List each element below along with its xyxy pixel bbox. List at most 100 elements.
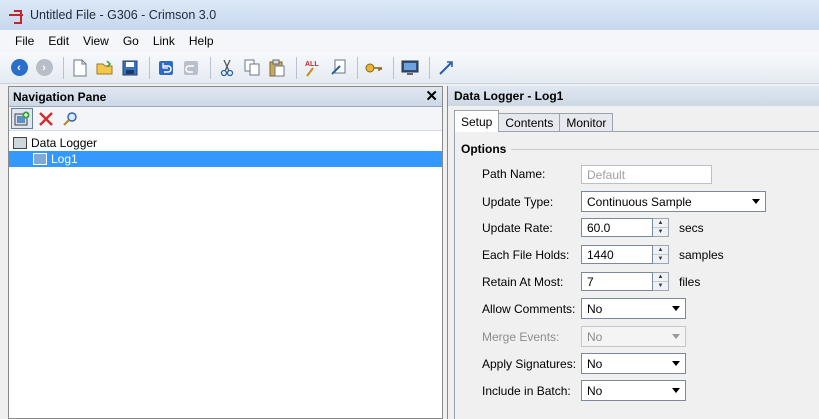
- tree-item-label: Data Logger: [31, 136, 98, 150]
- monitor-button[interactable]: [399, 57, 421, 79]
- path-name-label: Path Name:: [482, 167, 546, 181]
- redo-icon: [184, 60, 198, 75]
- key-icon: [365, 63, 382, 72]
- allow-comments-label: Allow Comments:: [482, 302, 576, 316]
- forward-icon: ›: [35, 59, 53, 76]
- apply-signatures-dropdown[interactable]: No: [581, 353, 686, 374]
- navigation-pane-header: Navigation Pane ✕: [9, 87, 442, 107]
- allow-comments-value: No: [587, 301, 603, 316]
- paste-icon: [269, 59, 285, 76]
- tab-strip: Setup Contents Monitor: [454, 110, 614, 132]
- retain-label: Retain At Most:: [482, 275, 564, 289]
- redo-button[interactable]: [180, 57, 202, 79]
- back-icon: ‹: [10, 59, 28, 76]
- file-holds-stepper[interactable]: ▲ ▼: [653, 245, 669, 264]
- key-button[interactable]: [363, 57, 385, 79]
- retain-unit: files: [679, 275, 701, 289]
- new-file-icon: [73, 59, 87, 76]
- menu-bar: File Edit View Go Link Help: [0, 30, 819, 52]
- forward-button[interactable]: ›: [33, 57, 55, 79]
- svg-text:ALL: ALL: [305, 61, 319, 68]
- edit-button[interactable]: [327, 57, 349, 79]
- save-button[interactable]: [119, 57, 141, 79]
- include-batch-value: No: [587, 383, 603, 398]
- chevron-down-icon: [672, 334, 680, 339]
- navigation-pane-title: Navigation Pane: [13, 89, 107, 104]
- undo-button[interactable]: [155, 57, 177, 79]
- find-all-icon: ALL: [305, 61, 319, 77]
- window-title: Untitled File - G306 - Crimson 3.0: [30, 8, 217, 22]
- chevron-down-icon: [672, 388, 680, 393]
- crimson-app-icon[interactable]: [8, 7, 24, 24]
- path-name-field[interactable]: Default: [581, 165, 712, 184]
- menu-edit[interactable]: Edit: [41, 34, 76, 48]
- merge-events-value: No: [587, 329, 603, 344]
- tree-item-data-logger[interactable]: Data Logger: [9, 135, 442, 151]
- paste-button[interactable]: [266, 57, 288, 79]
- update-type-dropdown[interactable]: Continuous Sample: [581, 191, 766, 212]
- update-type-label: Update Type:: [482, 195, 554, 209]
- close-icon[interactable]: ✕: [425, 89, 438, 104]
- new-button[interactable]: [69, 57, 91, 79]
- update-rate-field[interactable]: 60.0: [581, 218, 653, 237]
- data-logger-panel: Data Logger - Log1 Setup Contents Monito…: [447, 86, 819, 419]
- menu-go[interactable]: Go: [116, 34, 146, 48]
- monitor-icon: [401, 60, 419, 75]
- merge-events-dropdown: No: [581, 326, 686, 347]
- options-section-title: Options: [461, 142, 507, 156]
- toolbar-separator: [429, 56, 430, 79]
- allow-comments-dropdown[interactable]: No: [581, 298, 686, 319]
- tab-contents[interactable]: Contents: [498, 113, 561, 132]
- tab-setup[interactable]: Setup: [454, 110, 500, 132]
- toolbar-separator: [357, 56, 358, 79]
- save-icon: [122, 60, 138, 75]
- log-icon: [33, 153, 47, 165]
- navigation-toolbar: [9, 107, 442, 131]
- panel-title: Data Logger - Log1: [454, 89, 564, 103]
- tree-item-label: Log1: [51, 152, 78, 166]
- section-divider: [511, 149, 819, 150]
- file-holds-field[interactable]: 1440: [581, 245, 653, 264]
- open-folder-icon: [96, 59, 113, 74]
- menu-link[interactable]: Link: [146, 34, 182, 48]
- include-batch-dropdown[interactable]: No: [581, 380, 686, 401]
- add-item-icon: [14, 111, 30, 125]
- retain-stepper[interactable]: ▲ ▼: [653, 272, 669, 291]
- toolbar-separator: [210, 56, 211, 79]
- tab-monitor[interactable]: Monitor: [559, 113, 614, 132]
- title-bar: Untitled File - G306 - Crimson 3.0: [0, 0, 819, 30]
- cut-button[interactable]: [216, 57, 238, 79]
- open-button[interactable]: [94, 57, 116, 79]
- navigation-pane: Navigation Pane ✕ Data Logger Log1: [8, 86, 443, 419]
- magnifier-icon: [63, 111, 77, 126]
- delete-item-button[interactable]: [35, 108, 57, 129]
- retain-field[interactable]: 7: [581, 272, 653, 291]
- find-all-button[interactable]: ALL: [302, 57, 324, 79]
- update-rate-unit: secs: [679, 221, 704, 235]
- toolbar-separator: [393, 56, 394, 79]
- update-rate-stepper[interactable]: ▲ ▼: [653, 218, 669, 237]
- delete-icon: [39, 111, 53, 126]
- link-icon: [439, 60, 453, 75]
- apply-signatures-label: Apply Signatures:: [482, 357, 577, 371]
- setup-tab-body: Options Path Name: Default Update Type: …: [454, 131, 819, 419]
- copy-button[interactable]: [241, 57, 263, 79]
- toolbar-separator: [296, 56, 297, 79]
- copy-icon: [244, 59, 260, 76]
- tree-item-log1[interactable]: Log1: [9, 151, 442, 167]
- menu-file[interactable]: File: [8, 34, 41, 48]
- back-button[interactable]: ‹: [8, 57, 30, 79]
- update-type-value: Continuous Sample: [587, 194, 692, 209]
- panel-header: Data Logger - Log1: [448, 86, 819, 106]
- file-holds-label: Each File Holds:: [482, 248, 570, 262]
- chevron-down-icon: [672, 306, 680, 311]
- link-button[interactable]: [435, 57, 457, 79]
- menu-help[interactable]: Help: [182, 34, 221, 48]
- menu-view[interactable]: View: [76, 34, 116, 48]
- cut-icon: [220, 59, 234, 76]
- add-item-button[interactable]: [11, 108, 33, 129]
- toolbar-separator: [149, 56, 150, 79]
- find-item-button[interactable]: [59, 108, 81, 129]
- undo-icon: [159, 60, 173, 75]
- merge-events-label: Merge Events:: [482, 330, 560, 344]
